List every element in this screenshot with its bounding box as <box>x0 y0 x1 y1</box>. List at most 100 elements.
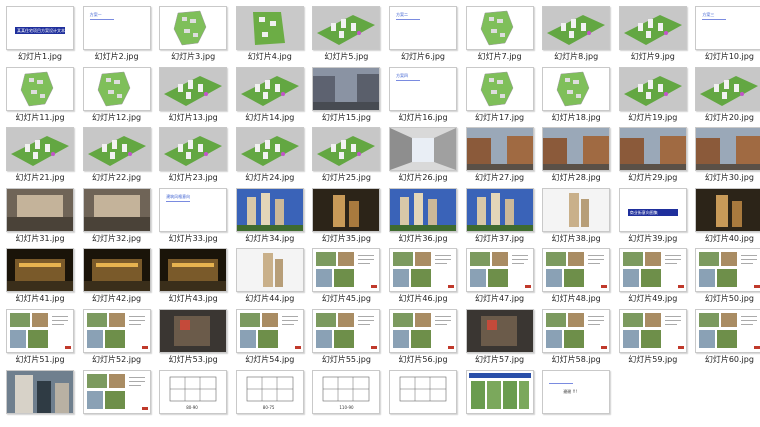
file-name-label: 幻灯片42.jpg <box>92 294 142 304</box>
file-thumbnail[interactable]: 幻灯片42.jpg <box>79 244 155 305</box>
file-thumbnail[interactable]: 方案二 幻灯片6.jpg <box>385 2 461 63</box>
file-thumbnail[interactable]: 幻灯片58.jpg <box>538 305 614 366</box>
thumbnail-image <box>465 66 534 111</box>
thumbnail-image <box>6 66 74 111</box>
file-thumbnail[interactable]: 幻灯片53.jpg <box>155 305 231 366</box>
file-name-label: 幻灯片55.jpg <box>321 355 371 364</box>
thumbnail-image: 方案四 <box>389 66 457 111</box>
file-thumbnail[interactable]: 幻灯片20.jpg <box>691 63 760 124</box>
file-thumbnail[interactable]: 幻灯片51.jpg <box>2 305 78 366</box>
slide-text: 方案一 <box>89 12 102 17</box>
file-thumbnail[interactable]: 方案一 幻灯片2.jpg <box>79 2 155 63</box>
file-name-label: 幻灯片58.jpg <box>551 355 601 364</box>
file-thumbnail[interactable]: 幻灯片57.jpg <box>462 305 538 366</box>
file-thumbnail[interactable]: 幻灯片44.jpg <box>232 244 308 305</box>
file-thumbnail[interactable]: 幻灯片55.jpg <box>308 305 384 366</box>
file-thumbnail[interactable]: 幻灯片17.jpg <box>462 63 538 124</box>
file-thumbnail[interactable]: 方案三 幻灯片10.jpg <box>691 2 760 63</box>
file-thumbnail[interactable]: 80-75 <box>232 366 308 427</box>
file-thumbnail[interactable] <box>462 366 538 427</box>
file-thumbnail[interactable]: 幻灯片31.jpg <box>2 184 78 245</box>
file-thumbnail[interactable]: 幻灯片29.jpg <box>615 123 691 184</box>
file-thumbnail[interactable]: 商业街意向图集 幻灯片39.jpg <box>615 184 691 245</box>
file-name-label: 幻灯片35.jpg <box>321 233 371 243</box>
file-thumbnail[interactable]: 幻灯片36.jpg <box>385 184 461 245</box>
file-thumbnail[interactable]: 幻灯片9.jpg <box>615 2 691 63</box>
thumbnail-image <box>82 369 151 414</box>
file-thumbnail[interactable]: 幻灯片60.jpg <box>691 305 760 366</box>
file-thumbnail[interactable]: 幻灯片27.jpg <box>462 123 538 184</box>
file-thumbnail[interactable]: 幻灯片26.jpg <box>385 123 461 184</box>
thumbnail-image <box>159 66 228 111</box>
file-thumbnail[interactable]: 幻灯片50.jpg <box>691 244 760 305</box>
thumbnail-image <box>542 127 611 172</box>
thumbnail-image <box>312 127 381 172</box>
file-name-label: 幻灯片14.jpg <box>245 112 295 122</box>
file-thumbnail[interactable]: 幻灯片18.jpg <box>538 63 614 124</box>
file-name-label: 幻灯片25.jpg <box>321 173 371 183</box>
file-thumbnail[interactable]: 建筑风格意向 幻灯片33.jpg <box>155 184 231 245</box>
thumbnail-image <box>542 187 611 232</box>
thumbnail-image: 方案三 <box>695 6 760 50</box>
file-thumbnail[interactable]: 幻灯片12.jpg <box>79 63 155 124</box>
file-name-label: 幻灯片26.jpg <box>398 173 448 183</box>
file-thumbnail[interactable]: 幻灯片19.jpg <box>615 63 691 124</box>
thumbnail-image <box>465 6 534 50</box>
file-thumbnail[interactable]: 幻灯片28.jpg <box>538 123 614 184</box>
file-thumbnail[interactable]: 幻灯片13.jpg <box>155 63 231 124</box>
file-thumbnail[interactable]: 110-90 <box>308 366 384 427</box>
thumbnail-image <box>6 248 74 293</box>
thumbnail-image <box>695 187 760 232</box>
file-thumbnail[interactable]: 幻灯片3.jpg <box>155 2 231 63</box>
file-thumbnail[interactable]: 幻灯片59.jpg <box>615 305 691 366</box>
file-thumbnail[interactable]: 幻灯片22.jpg <box>79 123 155 184</box>
file-thumbnail[interactable]: 幻灯片8.jpg <box>538 2 614 63</box>
thumbnail-image <box>235 66 304 111</box>
thumbnail-image <box>542 248 611 293</box>
file-thumbnail[interactable]: 幻灯片48.jpg <box>538 244 614 305</box>
thumbnail-image <box>695 127 760 172</box>
file-thumbnail[interactable]: 幻灯片11.jpg <box>2 63 78 124</box>
file-thumbnail[interactable]: 谢谢 !!! <box>538 366 614 427</box>
file-thumbnail[interactable]: 幻灯片41.jpg <box>2 244 78 305</box>
file-name-label: 幻灯片29.jpg <box>628 173 678 183</box>
file-thumbnail[interactable]: 幻灯片40.jpg <box>691 184 760 245</box>
file-thumbnail[interactable]: 幻灯片21.jpg <box>2 123 78 184</box>
file-thumbnail[interactable]: 幻灯片34.jpg <box>232 184 308 245</box>
file-thumbnail[interactable]: 幻灯片49.jpg <box>615 244 691 305</box>
file-thumbnail[interactable]: 幻灯片47.jpg <box>462 244 538 305</box>
file-thumbnail[interactable]: 幻灯片24.jpg <box>232 123 308 184</box>
file-thumbnail[interactable]: 幻灯片35.jpg <box>308 184 384 245</box>
file-thumbnail[interactable]: 某某住宅项目方案设计文本汇报 幻灯片1.jpg <box>2 2 78 63</box>
thumbnail-image <box>618 6 687 50</box>
file-thumbnail[interactable] <box>79 366 155 427</box>
file-name-label: 幻灯片17.jpg <box>475 112 525 122</box>
file-thumbnail[interactable]: 幻灯片54.jpg <box>232 305 308 366</box>
file-thumbnail[interactable]: 方案四 幻灯片16.jpg <box>385 63 461 124</box>
file-thumbnail[interactable]: 幻灯片25.jpg <box>308 123 384 184</box>
file-thumbnail[interactable]: 幻灯片38.jpg <box>538 184 614 245</box>
file-name-label: 幻灯片36.jpg <box>398 233 448 243</box>
file-name-label: 幻灯片56.jpg <box>398 355 448 364</box>
file-thumbnail[interactable]: 80-90 <box>155 366 231 427</box>
file-thumbnail[interactable]: 幻灯片7.jpg <box>462 2 538 63</box>
file-thumbnail[interactable]: 幻灯片45.jpg <box>308 244 384 305</box>
slide-text: 商业街意向图集 <box>629 209 658 215</box>
file-thumbnail[interactable]: 幻灯片37.jpg <box>462 184 538 245</box>
file-thumbnail[interactable] <box>2 366 78 427</box>
slide-text: 方案四 <box>396 72 408 78</box>
file-thumbnail[interactable]: 幻灯片46.jpg <box>385 244 461 305</box>
file-thumbnail[interactable]: 幻灯片43.jpg <box>155 244 231 305</box>
file-thumbnail[interactable] <box>385 366 461 427</box>
file-thumbnail[interactable]: 幻灯片23.jpg <box>155 123 231 184</box>
file-thumbnail[interactable]: 幻灯片5.jpg <box>308 2 384 63</box>
file-thumbnail[interactable]: 幻灯片52.jpg <box>79 305 155 366</box>
file-name-label: 幻灯片30.jpg <box>704 173 754 183</box>
file-thumbnail[interactable]: 幻灯片4.jpg <box>232 2 308 63</box>
file-thumbnail[interactable]: 幻灯片30.jpg <box>691 123 760 184</box>
file-name-label: 幻灯片45.jpg <box>321 294 371 304</box>
file-thumbnail[interactable]: 幻灯片32.jpg <box>79 184 155 245</box>
file-thumbnail[interactable]: 幻灯片14.jpg <box>232 63 308 124</box>
file-thumbnail[interactable]: 幻灯片56.jpg <box>385 305 461 366</box>
file-thumbnail[interactable]: 幻灯片15.jpg <box>308 63 384 124</box>
